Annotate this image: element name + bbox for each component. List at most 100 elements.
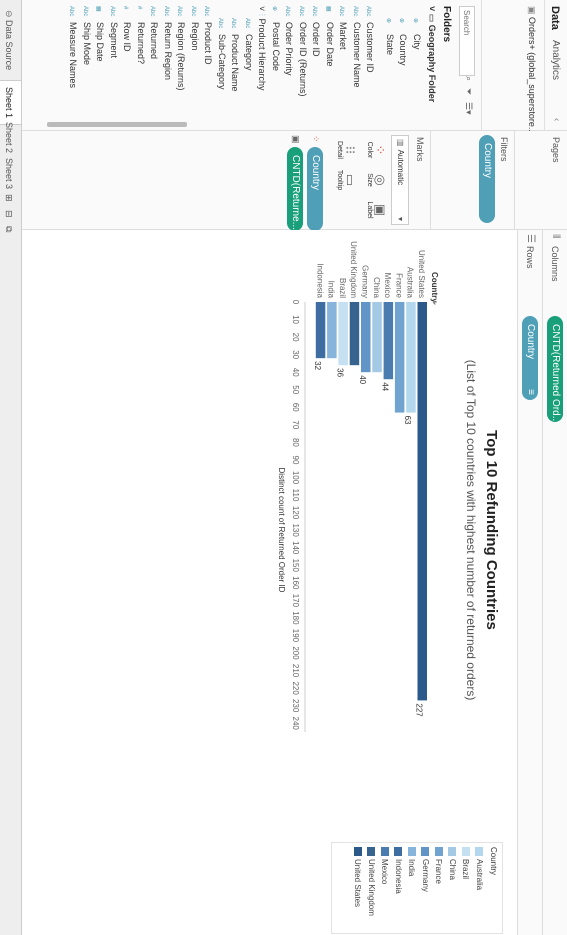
rows-label: Rows — [525, 246, 535, 269]
field-product-id[interactable]: AbcProduct ID — [204, 6, 214, 65]
legend-item[interactable]: France — [435, 847, 444, 884]
columns-shelf[interactable]: ⦀ Columns CNTD(Returned Ord... — [542, 230, 567, 935]
field-ship-date[interactable]: ▦Ship Date — [96, 6, 106, 62]
field-postal-code[interactable]: ⊕Postal Code — [271, 6, 281, 71]
bar[interactable] — [338, 302, 348, 366]
scrollbar[interactable] — [47, 122, 187, 127]
field-city[interactable]: ⊕City — [412, 18, 422, 50]
y-tick-label: Australia — [406, 267, 415, 299]
field-segment[interactable]: AbcSegment — [109, 6, 119, 58]
new-story-icon[interactable]: ⧉ — [0, 220, 21, 238]
x-tick-label: 20 — [291, 333, 300, 342]
field-product-name[interactable]: AbcProduct Name — [231, 18, 241, 92]
dimension-type-icon: Abc — [311, 6, 318, 17]
field-measure-names[interactable]: AbcMeasure Names — [69, 6, 79, 88]
data-label: 44 — [381, 382, 390, 391]
x-tick-label: 160 — [291, 576, 300, 590]
sheet-tab-bar: ⊖ Data Source Sheet 1 Sheet 2 Sheet 3 ⊞ … — [0, 0, 22, 935]
field-ship-mode[interactable]: AbcShip Mode — [82, 6, 92, 65]
field-market[interactable]: AbcMarket — [339, 6, 349, 50]
bar[interactable] — [361, 302, 371, 373]
field-return-region[interactable]: AbcReturn Region — [163, 6, 173, 80]
x-tick-label: 90 — [291, 456, 300, 465]
legend-item[interactable]: India — [408, 847, 417, 876]
field-region[interactable]: AbcRegion — [190, 6, 200, 51]
color-icon: ⁘ — [373, 144, 388, 156]
size-button[interactable]: ◎ Size — [361, 165, 388, 195]
data-label: 63 — [403, 416, 412, 425]
field-sub-category[interactable]: AbcSub-Category — [217, 18, 227, 90]
field-row-id[interactable]: #Row ID — [123, 6, 133, 52]
color-button[interactable]: ⁘ Color — [361, 135, 388, 165]
bar[interactable] — [394, 302, 405, 413]
bar[interactable] — [417, 302, 428, 701]
field-returned[interactable]: AbcReturned — [150, 6, 160, 59]
field-order-priority[interactable]: AbcOrder Priority — [285, 6, 295, 76]
field-customer-id[interactable]: AbcCustomer ID — [366, 6, 376, 73]
size-icon: ◎ — [373, 174, 388, 186]
legend-item[interactable]: Brazil — [462, 847, 471, 879]
mark-type-select[interactable]: ▥Automatic ▾ — [391, 135, 409, 225]
field-order-id[interactable]: AbcOrder ID — [312, 6, 322, 57]
legend-swatch — [407, 847, 416, 856]
legend-swatch — [434, 847, 443, 856]
label-icon: ▣ — [373, 203, 388, 217]
data-label: 40 — [358, 375, 367, 384]
y-tick-label: Germany — [361, 265, 370, 298]
dimension-type-icon: Abc — [68, 6, 75, 17]
bar[interactable] — [383, 302, 394, 380]
dimension-type-icon: Abc — [338, 6, 345, 17]
x-tick-label: 110 — [291, 489, 300, 502]
data-pane: Data Analytics ‹ ▣ Orders+ (global_super… — [22, 0, 567, 134]
y-tick-label: Brazil — [338, 278, 347, 298]
data-label: 227 — [415, 703, 424, 717]
x-tick-label: 150 — [291, 559, 300, 573]
bar[interactable] — [406, 302, 416, 413]
field-category[interactable]: AbcCategory — [244, 18, 254, 71]
dimension-type-icon: Abc — [149, 6, 156, 17]
dimension-type-icon: Abc — [284, 6, 291, 17]
bar[interactable] — [372, 302, 382, 373]
field-order-date[interactable]: ▦Order Date — [325, 6, 335, 67]
dimension-type-icon: Abc — [176, 6, 183, 17]
database-icon: ⊖ — [4, 10, 14, 21]
tooltip-button[interactable]: ▭ Tooltip — [331, 165, 358, 195]
field-returned-[interactable]: #Returned? — [136, 6, 146, 64]
legend-item[interactable]: United States — [354, 847, 363, 907]
geography-folder[interactable]: ˅ ▭ Geography Folder — [426, 6, 437, 102]
bar[interactable] — [315, 302, 326, 359]
rows-shelf[interactable]: ☰ Rows Country ≡ — [517, 230, 542, 935]
field-region-returns-[interactable]: AbcRegion (Returns) — [177, 6, 187, 91]
field-country[interactable]: ⊕Country — [399, 18, 409, 66]
field-state[interactable]: ⊕State — [385, 18, 395, 55]
legend-item[interactable]: China — [448, 847, 457, 880]
bar[interactable] — [349, 302, 360, 366]
legend-item[interactable]: Mexico — [381, 847, 390, 884]
legend-item[interactable]: Indonesia — [394, 847, 403, 894]
field-order-id-returns-[interactable]: AbcOrder ID (Returns) — [298, 6, 308, 97]
data-source-tab[interactable]: ⊖ Data Source — [0, 4, 21, 76]
y-axis-title: Country — [430, 272, 439, 303]
dimension-type-icon: Abc — [230, 18, 237, 29]
folder-icon: ▭ — [427, 13, 437, 25]
bar[interactable] — [327, 302, 337, 359]
y-axis-filter-icon: ⏷ — [430, 300, 437, 306]
dimension-type-icon: Abc — [203, 6, 210, 17]
dimension-type-icon: ⊕ — [271, 6, 277, 12]
field-customer-name[interactable]: AbcCustomer Name — [352, 6, 362, 88]
dimension-type-icon: # — [136, 6, 142, 10]
dimension-type-icon: ▦ — [325, 6, 331, 12]
detail-button[interactable]: ⁝⁝ Detail — [331, 135, 358, 165]
legend-swatch — [461, 847, 470, 856]
marks-cntd-pill[interactable]: CNTD(Returne... — [287, 147, 303, 231]
product-hierarchy[interactable]: ˅ ⫶ Product Hierarchy — [257, 6, 268, 91]
rows-country-pill[interactable]: Country ≡ — [522, 316, 538, 400]
marks-country-pill[interactable]: Country — [307, 147, 323, 231]
legend-item[interactable]: Australia — [475, 847, 484, 890]
data-label: 36 — [335, 368, 344, 377]
bar-chart-icon: ▥ — [396, 139, 405, 147]
columns-cntd-pill[interactable]: CNTD(Returned Ord... — [547, 316, 563, 422]
legend-item[interactable]: Germany — [421, 847, 430, 892]
label-button[interactable]: ▣ Label — [361, 195, 388, 225]
legend-item[interactable]: United Kingdom — [367, 847, 376, 916]
